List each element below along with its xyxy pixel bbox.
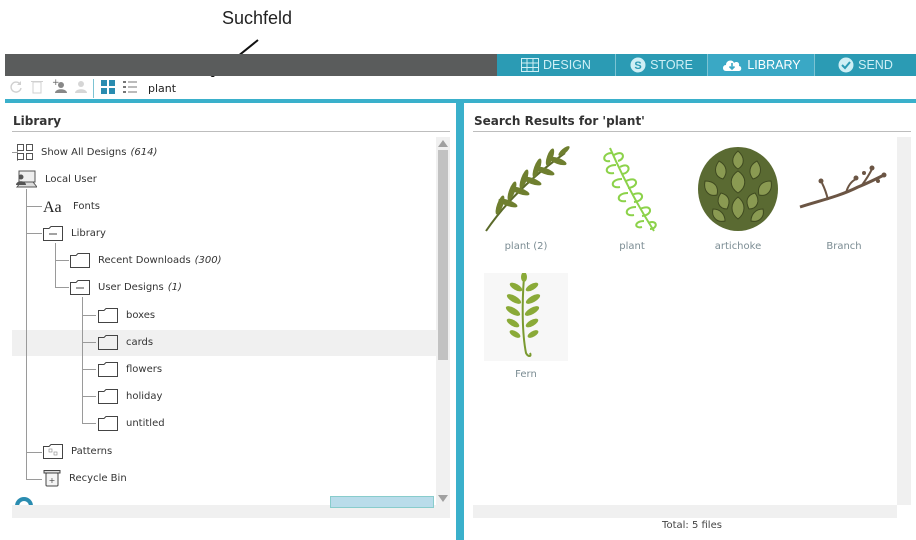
tree-item-label: boxes — [126, 309, 156, 321]
result-label: plant (2) — [504, 241, 548, 252]
library-tree: Show All Designs (614) Local User Aa Font… — [12, 137, 436, 513]
tab-store-label: STORE — [650, 58, 693, 72]
fern-outline-icon — [603, 147, 657, 232]
tree-item-recent-downloads[interactable]: Recent Downloads (300) — [70, 250, 222, 270]
toolbar-separator — [93, 79, 94, 98]
result-tile-plant-2[interactable] — [480, 143, 570, 235]
sync-button[interactable] — [8, 80, 24, 96]
tree-item-recycle-bin[interactable]: + Recycle Bin — [43, 468, 127, 488]
library-panel-title: Library — [13, 114, 62, 128]
pane-splitter[interactable] — [456, 103, 464, 540]
add-user-icon: + — [51, 78, 67, 98]
tree-item-label: Library — [71, 227, 106, 239]
fonts-icon: Aa — [43, 198, 65, 214]
tree-item-label: Local User — [45, 173, 97, 185]
tree-item-flowers[interactable]: flowers — [98, 359, 162, 379]
folder-icon — [98, 307, 118, 323]
sync-icon — [9, 79, 23, 98]
tab-send-label: SEND — [858, 58, 893, 72]
tree-item-label: Patterns — [71, 445, 113, 457]
result-tile-plant[interactable] — [596, 143, 666, 235]
tree-item-holiday[interactable]: holiday — [98, 386, 162, 406]
tab-design-label: DESIGN — [543, 58, 591, 72]
recycle-bin-icon: + — [43, 469, 61, 487]
tree-item-count: (1) — [167, 281, 182, 293]
results-horizontal-scrollbar[interactable] — [473, 505, 897, 518]
search-input[interactable] — [146, 80, 480, 97]
grid-view-icon — [101, 79, 115, 98]
tree-item-label: User Designs — [98, 281, 164, 293]
folder-icon — [98, 334, 118, 350]
trash-icon — [31, 79, 43, 98]
tree-item-label: cards — [126, 336, 154, 348]
search-results-title: Search Results for 'plant' — [474, 114, 645, 128]
tree-item-library[interactable]: Library — [43, 223, 106, 243]
tab-library-label: LIBRARY — [747, 58, 801, 72]
result-label: artichoke — [714, 241, 762, 252]
tree-item-user-designs[interactable]: User Designs (1) — [70, 277, 182, 297]
store-s-icon: S — [630, 57, 646, 73]
folder-open-icon — [70, 279, 90, 295]
tree-item-label: untitled — [126, 417, 165, 429]
checkmark-icon — [838, 57, 854, 73]
tree-item-cards[interactable]: cards — [98, 332, 153, 352]
tree-item-show-all[interactable]: Show All Designs (614) — [17, 142, 157, 162]
patterns-folder-icon — [43, 443, 63, 459]
computer-user-icon — [15, 170, 37, 188]
tree-item-label: Recycle Bin — [69, 472, 127, 484]
tree-scrollbar-thumb[interactable] — [438, 150, 448, 360]
title-divider — [473, 131, 911, 132]
tree-item-patterns[interactable]: Patterns — [43, 441, 112, 461]
all-designs-icon — [17, 144, 33, 160]
tree-item-count: (614) — [130, 146, 158, 158]
cloud-icon — [721, 58, 743, 72]
tree-item-label: flowers — [126, 363, 163, 375]
folder-icon — [98, 361, 118, 377]
grid-icon — [521, 58, 540, 72]
tab-send[interactable]: SEND — [814, 54, 916, 76]
result-tile-artichoke[interactable] — [695, 143, 781, 235]
grid-view-button[interactable] — [100, 79, 116, 98]
fern-icon — [505, 272, 541, 357]
tree-item-untitled[interactable]: untitled — [98, 413, 165, 433]
result-label: Branch — [826, 241, 862, 252]
folder-icon — [70, 252, 90, 268]
result-tile-fern[interactable] — [484, 272, 568, 361]
artichoke-icon — [698, 147, 778, 231]
folder-icon — [98, 415, 118, 431]
result-label: plant — [619, 241, 645, 252]
tree-item-count: (300) — [194, 254, 222, 266]
folder-icon — [98, 388, 118, 404]
delete-button[interactable] — [29, 80, 45, 96]
tree-item-local-user[interactable]: Local User — [15, 169, 97, 189]
add-user-button[interactable]: + — [51, 78, 67, 98]
svg-text:S: S — [634, 60, 641, 72]
tree-item-boxes[interactable]: boxes — [98, 305, 155, 325]
annotation-label: Suchfeld — [222, 8, 293, 28]
svg-text:Aa: Aa — [43, 199, 62, 214]
tree-item-label: Fonts — [73, 200, 100, 212]
result-label: Fern — [515, 369, 537, 380]
tree-item-fonts[interactable]: Aa Fonts — [43, 196, 100, 216]
results-vertical-scrollbar[interactable] — [897, 137, 911, 505]
tree-item-label: holiday — [126, 390, 163, 402]
tab-store[interactable]: S STORE — [616, 54, 708, 76]
partial-button[interactable] — [330, 496, 434, 508]
branch-icon — [799, 165, 887, 209]
olive-branch-icon — [485, 146, 570, 232]
result-tile-branch[interactable] — [798, 165, 888, 215]
user-button[interactable] — [73, 80, 89, 96]
list-view-button[interactable] — [122, 80, 138, 96]
folder-open-icon — [43, 225, 63, 241]
user-icon — [74, 78, 88, 98]
svg-text:+: + — [49, 476, 56, 485]
tree-item-label: Show All Designs — [41, 146, 127, 158]
title-divider — [12, 131, 450, 132]
selected-row-highlight — [12, 330, 436, 356]
tab-design[interactable]: DESIGN — [497, 54, 616, 76]
tree-item-label: Recent Downloads — [98, 254, 191, 266]
list-view-icon — [123, 79, 137, 98]
results-total: Total: 5 files — [662, 520, 722, 531]
tab-library[interactable]: LIBRARY — [708, 54, 814, 76]
